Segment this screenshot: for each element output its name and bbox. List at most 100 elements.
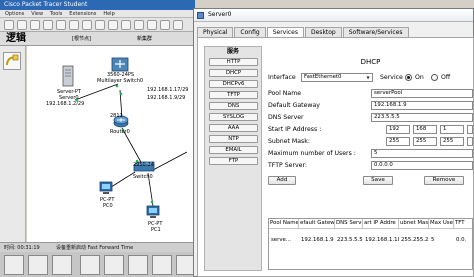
service-item-email[interactable]: EMAIL bbox=[209, 146, 258, 154]
cell-subnet-mask: 255.255.2... bbox=[401, 237, 429, 243]
logical-workspace[interactable]: Server-PT Server0 192.168.1.2/29 3560-24… bbox=[27, 46, 195, 242]
gateway-label: Default Gateway bbox=[268, 102, 320, 109]
service-off-label: Off bbox=[441, 74, 451, 81]
root-node-label[interactable]: [根节点] bbox=[72, 35, 91, 42]
service-item-ftp[interactable]: FTP bbox=[209, 157, 258, 165]
service-item-aaa[interactable]: AAA bbox=[209, 124, 258, 132]
col-max-users[interactable]: Max Use bbox=[429, 219, 454, 229]
start-ip-octet-1[interactable]: 192 bbox=[386, 125, 410, 134]
subnet-octet-2[interactable]: 255 bbox=[413, 137, 437, 146]
tab-config[interactable]: Config bbox=[234, 27, 266, 37]
custom-device-icon[interactable] bbox=[173, 20, 183, 30]
menu-tools[interactable]: Tools bbox=[50, 11, 62, 17]
start-ip-octet-3[interactable]: 1 bbox=[440, 125, 464, 134]
save-file-icon[interactable] bbox=[30, 20, 40, 30]
print-icon[interactable] bbox=[43, 20, 53, 30]
cable-cross-icon[interactable] bbox=[104, 255, 124, 275]
service-item-dns[interactable]: DNS bbox=[209, 102, 258, 110]
service-item-tftp[interactable]: TFTP bbox=[209, 91, 258, 99]
col-start-ip[interactable]: art IP Addre bbox=[363, 219, 399, 229]
gateway-input[interactable]: 192.168.1.9 bbox=[371, 101, 473, 110]
col-dns-server[interactable]: DNS Serve bbox=[335, 219, 363, 229]
menu-extensions[interactable]: Extensions bbox=[69, 11, 96, 17]
col-default-gateway[interactable]: efault Gatewa bbox=[299, 219, 335, 229]
device-palette bbox=[0, 252, 196, 277]
zoom-reset-icon[interactable] bbox=[134, 20, 144, 30]
start-ip-octet-4[interactable] bbox=[467, 125, 473, 134]
pc0-name-label: PC0 bbox=[103, 203, 113, 209]
menu-options[interactable]: Options bbox=[5, 11, 24, 17]
new-file-icon[interactable] bbox=[4, 20, 14, 30]
paste-icon[interactable] bbox=[82, 20, 92, 30]
redo-icon[interactable] bbox=[108, 20, 118, 30]
dialog-title: Server0 bbox=[208, 11, 232, 18]
zoom-in-icon[interactable] bbox=[121, 20, 131, 30]
server-app-icon bbox=[197, 12, 204, 19]
activity-wizard-icon[interactable] bbox=[56, 20, 66, 30]
device-category-hubs-icon[interactable] bbox=[52, 255, 72, 275]
subnet-octet-1[interactable]: 255 bbox=[386, 137, 410, 146]
pc1-icon[interactable] bbox=[146, 205, 160, 221]
subnet-octet-3[interactable]: 255 bbox=[440, 137, 464, 146]
device-category-routers-icon[interactable] bbox=[4, 255, 24, 275]
app-title: Cisco Packet Tracer Student bbox=[4, 1, 88, 8]
cable-straight-icon[interactable] bbox=[80, 255, 100, 275]
subnet-octet-4[interactable] bbox=[467, 137, 473, 146]
dns-server-input[interactable]: 223.5.5.5 bbox=[371, 113, 473, 122]
remove-button[interactable]: Remove bbox=[424, 176, 464, 185]
add-button[interactable]: Add bbox=[268, 176, 296, 185]
palette-icon[interactable] bbox=[160, 20, 170, 30]
interface-select[interactable]: FastEthernet0 ▼ bbox=[301, 73, 373, 82]
pool-table: Pool Name efault Gatewa DNS Serve art IP… bbox=[268, 218, 473, 270]
main-toolbar bbox=[0, 18, 195, 32]
cable-phone-icon[interactable] bbox=[152, 255, 172, 275]
server-icon[interactable] bbox=[62, 65, 74, 89]
select-tool-icon[interactable] bbox=[3, 52, 21, 70]
save-button[interactable]: Save bbox=[363, 176, 393, 185]
zoom-out-icon[interactable] bbox=[147, 20, 157, 30]
open-file-icon[interactable] bbox=[17, 20, 27, 30]
service-item-http[interactable]: HTTP bbox=[209, 58, 258, 66]
logical-tab[interactable]: 逻辑 bbox=[6, 33, 26, 45]
tftp-server-input[interactable]: 0.0.0.0 bbox=[371, 161, 473, 170]
sim-time: 时间: 00:31:19 bbox=[4, 245, 40, 251]
col-pool-name[interactable]: Pool Name bbox=[269, 219, 299, 229]
start-ip-octet-2[interactable]: 168 bbox=[413, 125, 437, 134]
tab-desktop[interactable]: Desktop bbox=[305, 27, 342, 37]
service-item-dhcp[interactable]: DHCP bbox=[209, 69, 258, 77]
tool-strip bbox=[0, 46, 26, 242]
cell-dns-server: 223.5.5.5 bbox=[337, 237, 363, 243]
cell-default-gateway: 192.168.1.9 bbox=[301, 237, 334, 243]
subnet-mask-label: Subnet Mask: bbox=[268, 138, 310, 145]
menu-view[interactable]: View bbox=[31, 11, 43, 17]
service-label: Service bbox=[380, 74, 403, 81]
tab-software-services[interactable]: Software/Services bbox=[342, 27, 409, 37]
dialog-title-bar[interactable]: Server0 bbox=[194, 9, 473, 22]
service-item-dhcpv6[interactable]: DHCPv6 bbox=[209, 80, 258, 88]
col-subnet-mask[interactable]: ubnet Mas bbox=[399, 219, 429, 229]
tab-physical[interactable]: Physical bbox=[197, 27, 234, 37]
pool-name-label: Pool Name bbox=[268, 90, 302, 97]
menu-help[interactable]: Help bbox=[103, 11, 114, 17]
new-cluster-label[interactable]: 新集群 bbox=[137, 35, 152, 42]
app-title-bar: Cisco Packet Tracer Student bbox=[0, 0, 195, 10]
max-users-input[interactable]: 5 bbox=[371, 149, 473, 158]
pool-name-input[interactable]: serverPool bbox=[371, 89, 473, 98]
switch-model-label: 2950-24 bbox=[133, 162, 154, 168]
service-item-syslog[interactable]: SYSLOG bbox=[209, 113, 258, 121]
device-category-switches-icon[interactable] bbox=[28, 255, 48, 275]
service-on-radio[interactable] bbox=[405, 74, 412, 81]
dhcp-panel: DHCP Interface FastEthernet0 ▼ Service O… bbox=[268, 46, 473, 271]
server-ip-label: 192.168.1.2/29 bbox=[46, 101, 85, 107]
service-off-radio[interactable] bbox=[431, 74, 438, 81]
service-list: 服务 HTTP DHCP DHCPv6 TFTP DNS SYSLOG AAA … bbox=[204, 46, 262, 271]
col-tftp[interactable]: TFT bbox=[454, 219, 472, 229]
pc0-icon[interactable] bbox=[99, 181, 113, 197]
cable-fiber-icon[interactable] bbox=[128, 255, 148, 275]
service-list-header: 服务 bbox=[226, 48, 239, 55]
dialog-tabs: Physical Config Services Desktop Softwar… bbox=[197, 27, 410, 38]
undo-icon[interactable] bbox=[95, 20, 105, 30]
service-item-ntp[interactable]: NTP bbox=[209, 135, 258, 143]
fast-forward-label[interactable]: 设备重新启动 Fast Forward Time bbox=[56, 244, 133, 251]
copy-icon[interactable] bbox=[69, 20, 79, 30]
